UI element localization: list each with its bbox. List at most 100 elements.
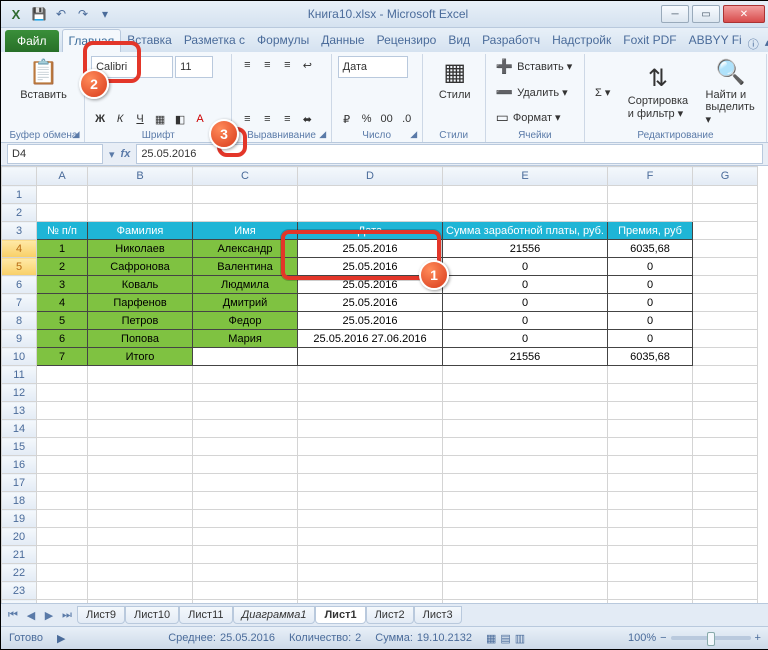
cell[interactable] bbox=[37, 456, 88, 474]
ribbon-tab-5[interactable]: Рецензиро bbox=[371, 29, 443, 52]
ribbon-tab-7[interactable]: Разработч bbox=[476, 29, 546, 52]
cell[interactable] bbox=[88, 600, 193, 604]
data-cell[interactable]: 0 bbox=[443, 294, 608, 312]
cell[interactable] bbox=[693, 474, 758, 492]
sheet-tab[interactable]: Диаграмма1 bbox=[233, 606, 316, 624]
row-header[interactable]: 5 bbox=[2, 258, 37, 276]
row-header[interactable]: 19 bbox=[2, 510, 37, 528]
row-header[interactable]: 2 bbox=[2, 204, 37, 222]
cell[interactable] bbox=[88, 564, 193, 582]
row-header[interactable]: 22 bbox=[2, 564, 37, 582]
font-color-button[interactable]: A bbox=[191, 110, 209, 128]
align-top-icon[interactable]: ≡ bbox=[238, 56, 256, 74]
row-header[interactable]: 21 bbox=[2, 546, 37, 564]
cell[interactable] bbox=[193, 420, 298, 438]
worksheet-area[interactable]: ABCDEFG123№ п/пФамилияИмяДатаСумма зараб… bbox=[1, 166, 768, 603]
cell[interactable] bbox=[193, 366, 298, 384]
row-header[interactable]: 12 bbox=[2, 384, 37, 402]
cell[interactable] bbox=[443, 366, 608, 384]
bold-button[interactable]: Ж bbox=[91, 110, 109, 128]
data-cell[interactable]: 25.05.2016 bbox=[298, 294, 443, 312]
cell[interactable] bbox=[88, 528, 193, 546]
row-header[interactable]: 17 bbox=[2, 474, 37, 492]
cell[interactable] bbox=[88, 582, 193, 600]
cell[interactable] bbox=[608, 582, 693, 600]
clipboard-dialog-launcher[interactable]: ◢ bbox=[70, 128, 82, 140]
cell[interactable] bbox=[693, 420, 758, 438]
cell[interactable] bbox=[37, 528, 88, 546]
cell[interactable] bbox=[37, 474, 88, 492]
data-cell[interactable] bbox=[193, 348, 298, 366]
cell[interactable] bbox=[193, 438, 298, 456]
cell[interactable] bbox=[693, 582, 758, 600]
data-cell[interactable]: 25.05.2016 27.06.2016 bbox=[298, 330, 443, 348]
cell[interactable] bbox=[693, 384, 758, 402]
data-cell[interactable]: 0 bbox=[443, 312, 608, 330]
row-header[interactable]: 24 bbox=[2, 600, 37, 604]
cell[interactable] bbox=[693, 600, 758, 604]
zoom-out-button[interactable]: − bbox=[660, 632, 666, 644]
data-cell[interactable]: 21556 bbox=[443, 348, 608, 366]
cell[interactable] bbox=[193, 528, 298, 546]
cell[interactable] bbox=[693, 240, 758, 258]
cell[interactable] bbox=[193, 402, 298, 420]
sheet-nav-first[interactable]: ⏮ bbox=[5, 609, 21, 622]
cell[interactable] bbox=[193, 582, 298, 600]
align-dialog-launcher[interactable]: ◢ bbox=[317, 128, 329, 140]
header-cell[interactable]: Сумма заработной платы, руб. bbox=[443, 222, 608, 240]
row-header[interactable]: 9 bbox=[2, 330, 37, 348]
cell[interactable] bbox=[443, 600, 608, 604]
cell[interactable] bbox=[693, 204, 758, 222]
maximize-button[interactable]: ▭ bbox=[692, 5, 720, 23]
cell[interactable] bbox=[693, 294, 758, 312]
row-header[interactable]: 13 bbox=[2, 402, 37, 420]
cell[interactable] bbox=[298, 474, 443, 492]
cell[interactable] bbox=[193, 600, 298, 604]
ribbon-tab-9[interactable]: Foxit PDF bbox=[617, 29, 682, 52]
styles-button[interactable]: ▦Стили bbox=[429, 56, 481, 103]
namebox-dropdown-icon[interactable]: ▾ bbox=[109, 148, 115, 161]
sheet-nav-last[interactable]: ⏭ bbox=[59, 609, 75, 622]
cell[interactable] bbox=[608, 456, 693, 474]
cell[interactable] bbox=[443, 186, 608, 204]
cell[interactable] bbox=[193, 510, 298, 528]
cell[interactable] bbox=[37, 582, 88, 600]
cell[interactable] bbox=[37, 546, 88, 564]
cells-format-button[interactable]: ▭Формат ▾ bbox=[492, 107, 578, 128]
data-cell[interactable]: Людмила bbox=[193, 276, 298, 294]
cell[interactable] bbox=[443, 402, 608, 420]
ribbon-tab-10[interactable]: ABBYY Fi bbox=[683, 29, 748, 52]
cell[interactable] bbox=[608, 186, 693, 204]
inc-decimal-icon[interactable]: .0 bbox=[398, 110, 416, 128]
cell[interactable] bbox=[608, 492, 693, 510]
cell[interactable] bbox=[298, 384, 443, 402]
cell[interactable] bbox=[298, 582, 443, 600]
cell[interactable] bbox=[693, 312, 758, 330]
header-cell[interactable]: № п/п bbox=[37, 222, 88, 240]
cell[interactable] bbox=[443, 474, 608, 492]
underline-button[interactable]: Ч bbox=[131, 110, 149, 128]
cell[interactable] bbox=[193, 474, 298, 492]
cell[interactable] bbox=[298, 510, 443, 528]
fill-color-button[interactable]: ◧ bbox=[171, 110, 189, 128]
cell[interactable] bbox=[608, 402, 693, 420]
comma-icon[interactable]: 00 bbox=[378, 110, 396, 128]
zoom-level[interactable]: 100% bbox=[628, 632, 656, 644]
cell[interactable] bbox=[693, 456, 758, 474]
cell[interactable] bbox=[608, 474, 693, 492]
number-dialog-launcher[interactable]: ◢ bbox=[408, 128, 420, 140]
data-cell[interactable]: 0 bbox=[608, 276, 693, 294]
percent-icon[interactable]: % bbox=[358, 110, 376, 128]
data-cell[interactable]: Федор bbox=[193, 312, 298, 330]
cell[interactable] bbox=[608, 600, 693, 604]
zoom-in-button[interactable]: + bbox=[755, 632, 761, 644]
cell[interactable] bbox=[88, 492, 193, 510]
data-cell[interactable]: 25.05.2016 bbox=[298, 312, 443, 330]
col-header[interactable]: E bbox=[443, 167, 608, 186]
cell[interactable] bbox=[88, 438, 193, 456]
cell[interactable] bbox=[298, 186, 443, 204]
cell[interactable] bbox=[443, 510, 608, 528]
align-right-icon[interactable]: ≡ bbox=[278, 110, 296, 128]
cell[interactable] bbox=[88, 510, 193, 528]
ribbon-tab-3[interactable]: Формулы bbox=[251, 29, 315, 52]
